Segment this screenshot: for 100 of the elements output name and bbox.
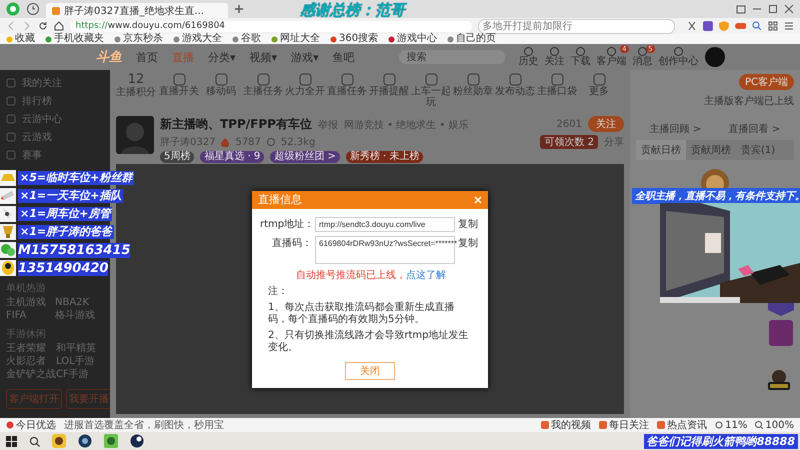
tool-label[interactable]: 上车一起玩 [410, 86, 452, 108]
sidebar-item[interactable]: 云游戏 [22, 130, 52, 144]
nav-tab[interactable]: 鱼吧 [332, 50, 355, 64]
nav-action-label[interactable]: 消息 [632, 56, 653, 67]
tool-icon[interactable] [382, 73, 396, 86]
nav-tab[interactable]: 首页 [136, 50, 158, 64]
tool-icon[interactable] [298, 73, 312, 86]
nav-action-label[interactable]: 关注 [544, 56, 565, 67]
status-link[interactable]: 每日关注 [609, 418, 650, 432]
rank-tab[interactable]: 贡献日榜 [636, 140, 686, 160]
bookmark-link[interactable]: 谷歌 [232, 34, 261, 44]
bookmark-link[interactable]: 自己的页 [447, 34, 496, 44]
bookmark-link[interactable]: 游戏中心 [388, 34, 438, 44]
tool-label[interactable]: 更多 [578, 86, 620, 97]
search-field[interactable]: 搜索 [398, 50, 505, 64]
game-link[interactable]: 格斗游戏 [55, 309, 104, 322]
news-text[interactable]: 进服首选覆盖全省，刷图快，秒用宝 [64, 418, 224, 432]
tool-icon[interactable] [550, 73, 564, 86]
copy-link[interactable]: 复制 [458, 236, 478, 250]
sidebar-item[interactable]: 赛事 [22, 148, 42, 162]
nav-action-label[interactable]: 创作中心 [658, 56, 699, 67]
tool-label[interactable]: 发布动态 [494, 86, 536, 97]
shield-icon[interactable] [718, 21, 729, 31]
tool-icon[interactable] [256, 73, 270, 86]
bookmark-link[interactable]: 游戏大全 [173, 34, 222, 44]
circle-icon[interactable] [638, 47, 648, 56]
bookmark-link[interactable]: 京东秒杀 [114, 34, 163, 44]
maximize-icon[interactable] [768, 4, 778, 14]
game-link[interactable]: CF手游 [56, 368, 104, 381]
game-link[interactable]: 王者荣耀 [6, 342, 56, 355]
game-link[interactable]: 金铲铲之战 [6, 368, 56, 381]
reload-icon[interactable] [38, 21, 48, 31]
sidebar-item[interactable]: 排行榜 [22, 94, 52, 108]
status-link[interactable]: 热点资讯 [667, 418, 708, 432]
nav-tab[interactable]: 视频▾ [250, 50, 278, 64]
avatar-icon[interactable] [704, 47, 725, 67]
circle-icon[interactable] [550, 47, 560, 56]
circle-icon[interactable] [674, 47, 684, 56]
nav-action-label[interactable]: 下载 [570, 56, 591, 67]
plus-icon[interactable] [234, 4, 244, 14]
tool-icon[interactable] [340, 73, 354, 86]
claim-badge[interactable]: 可领次数 2 [540, 135, 598, 149]
home-icon[interactable] [54, 21, 64, 31]
back-icon[interactable] [6, 21, 16, 31]
sidebar-button[interactable]: 客户端打开 [6, 389, 62, 409]
windows-icon[interactable] [6, 436, 17, 446]
tool-icon[interactable] [172, 73, 186, 86]
tool-icon[interactable] [466, 73, 480, 86]
tool-label[interactable]: 直播开关 [158, 86, 200, 97]
tool-label[interactable]: 移动码 [200, 86, 242, 97]
tool-icon[interactable] [592, 73, 606, 86]
menu-icon[interactable] [784, 21, 794, 31]
game-link[interactable]: 和平精英 [56, 342, 104, 355]
text-field[interactable]: rtmp://sendtc3.douyu.com/live [315, 216, 455, 232]
game-link[interactable]: 火影忍者 [6, 355, 56, 368]
nav-action-label[interactable]: 客户端 [596, 56, 627, 67]
sidebar-item[interactable]: 我的关注 [22, 76, 62, 90]
grid-icon[interactable] [768, 21, 778, 31]
zoom-level[interactable]: 100% [765, 420, 794, 430]
rank-tab[interactable]: 贵宾(1) [736, 140, 780, 160]
circle-icon[interactable] [576, 47, 586, 56]
rank-badge[interactable]: 5周榜 [160, 151, 194, 163]
browser-tab[interactable]: 胖子涛0327直播_绝地求生直... [46, 3, 228, 18]
copy-link[interactable]: 复制 [458, 216, 478, 230]
search-field[interactable]: 多地开打提前加限行 [478, 18, 675, 34]
tool-label[interactable]: 粉丝勋章 [452, 86, 494, 97]
circle-icon[interactable] [607, 47, 616, 56]
close-icon[interactable] [784, 4, 794, 14]
gamepad-icon[interactable] [734, 21, 746, 31]
app-icon[interactable] [78, 434, 92, 448]
tool-label[interactable]: 火力全开 [284, 86, 326, 97]
close-button[interactable]: 关闭 [345, 362, 395, 380]
tool-icon[interactable] [508, 73, 522, 86]
address-field[interactable]: https://www.douyu.com/6169804 [70, 20, 472, 32]
bookmark-link[interactable]: 手机收藏夹 [45, 34, 104, 44]
rank-badge[interactable]: 福星真选 · 9 [200, 151, 264, 163]
game-link[interactable]: 主机游戏 [6, 296, 55, 309]
client-button[interactable]: PC客户端 [738, 74, 794, 90]
panel-link[interactable]: 主播回顾 > [650, 122, 702, 136]
square-app-icon[interactable] [702, 21, 713, 31]
game-link[interactable]: FIFA [6, 309, 55, 322]
circle-icon[interactable] [524, 47, 534, 56]
learn-more-link[interactable]: 点这了解 [406, 270, 446, 280]
panel-link[interactable]: 直播回看 > [728, 122, 780, 136]
bookmark-link[interactable]: 网址大全 [271, 34, 320, 44]
tool-icon[interactable] [424, 73, 438, 86]
rank-badge[interactable]: 新秀榜 · 未上榜 [346, 151, 424, 163]
tool-label[interactable]: 主播任务 [242, 86, 284, 97]
nav-action-label[interactable]: 历史 [518, 56, 539, 67]
app-icon[interactable] [52, 434, 66, 448]
status-link[interactable]: 我的视频 [551, 418, 592, 432]
tool-label[interactable]: 开播提醒 [368, 86, 410, 97]
clock-icon[interactable] [26, 2, 40, 16]
rank-tab[interactable]: 贡献周榜 [686, 140, 736, 160]
sidebar-item[interactable]: 云游中心 [22, 112, 62, 126]
bookmark-link[interactable]: 360搜索 [330, 34, 378, 44]
app-icon[interactable] [130, 434, 144, 448]
bookmark-link[interactable]: 收藏 [6, 34, 35, 44]
nav-tab[interactable]: 分类▾ [208, 50, 236, 64]
search-icon[interactable] [29, 436, 40, 446]
